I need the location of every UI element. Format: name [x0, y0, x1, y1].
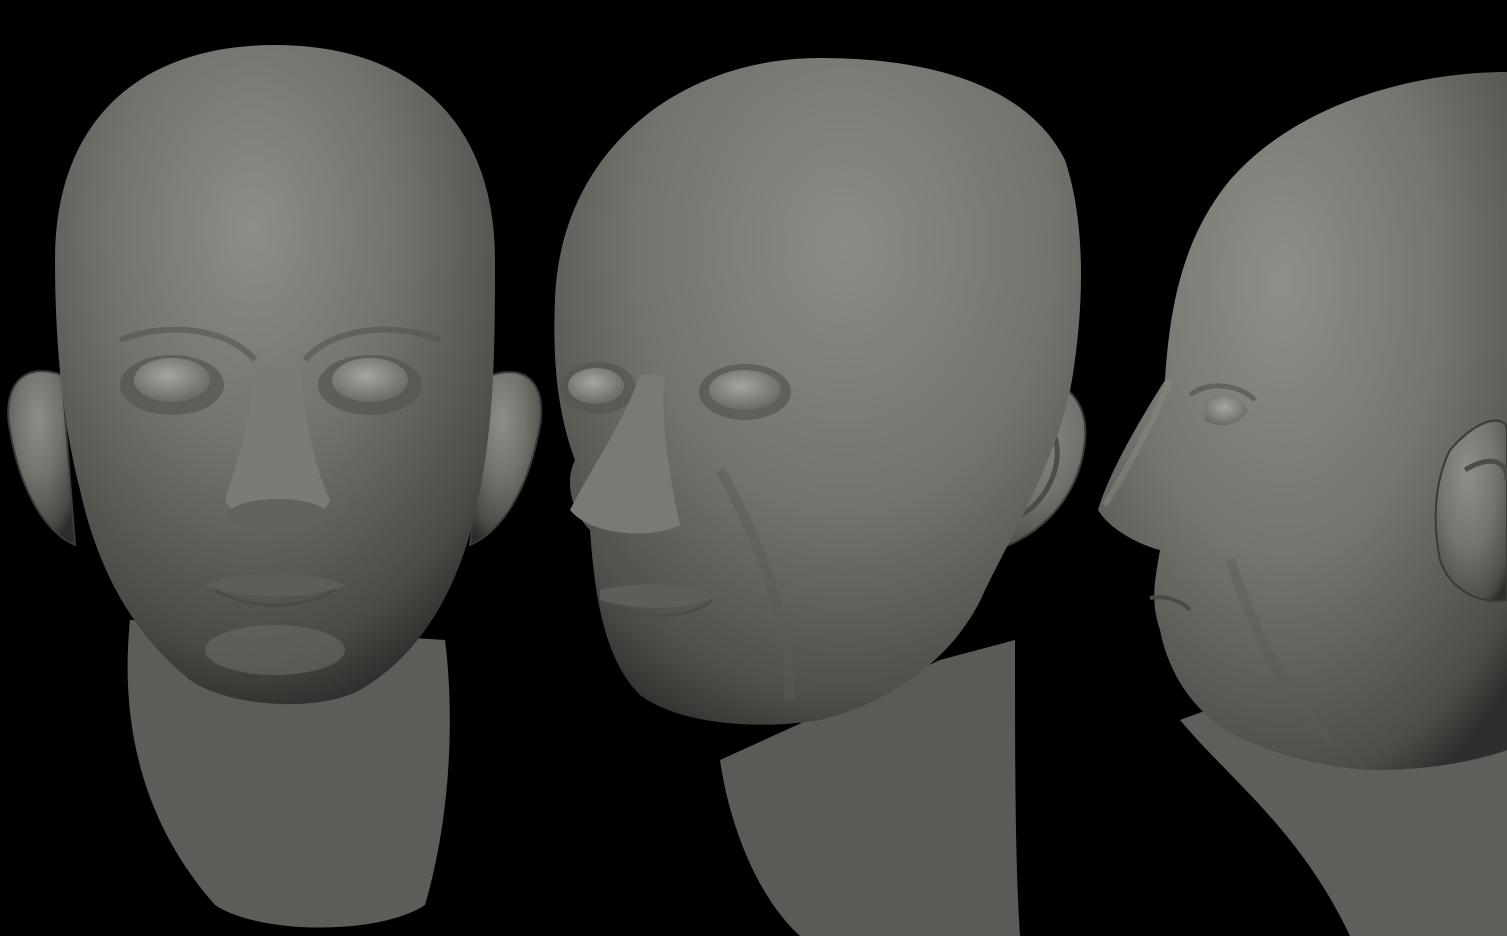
front-right-eye [332, 358, 408, 402]
front-left-eye [134, 358, 210, 402]
side-view-head [1098, 72, 1507, 936]
three-quarter-left-eye [568, 368, 624, 404]
sculpt-render-canvas [0, 0, 1507, 936]
side-head-shape [1098, 72, 1507, 770]
three-quarter-view-head [554, 58, 1087, 936]
sculpt-render-svg [7, 45, 1507, 936]
front-view-head [7, 45, 543, 928]
three-quarter-right-eye [709, 370, 781, 410]
